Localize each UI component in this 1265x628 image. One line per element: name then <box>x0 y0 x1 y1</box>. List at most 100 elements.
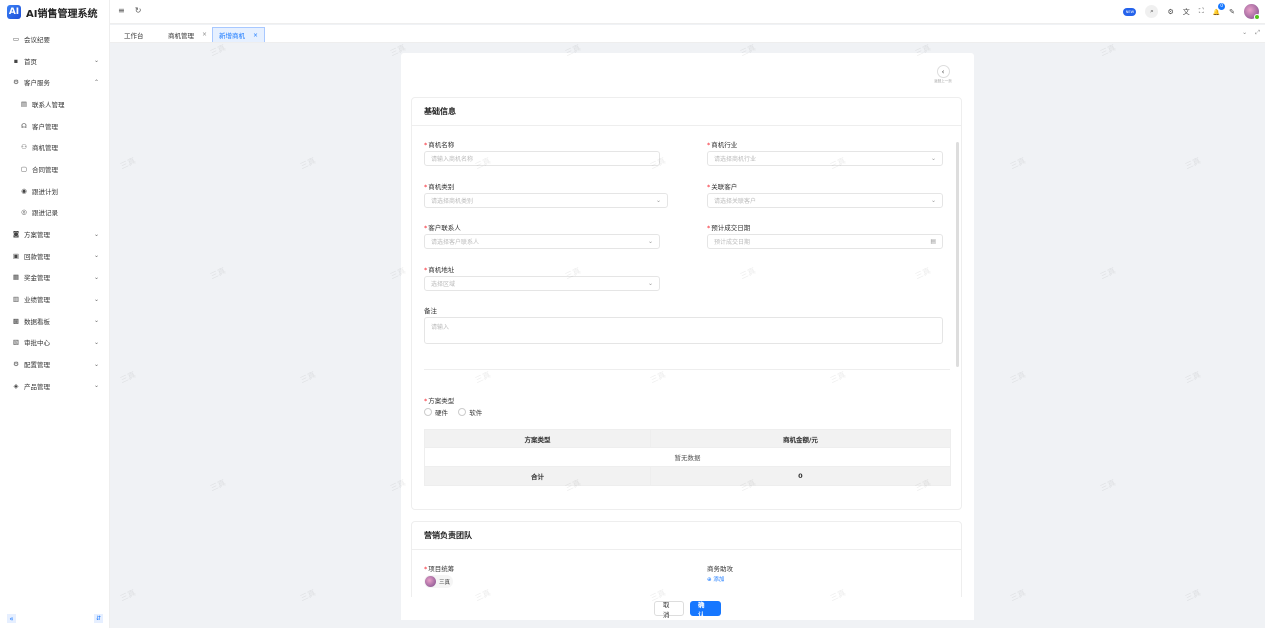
plan-icon: ◉ <box>21 186 27 195</box>
wrench-icon[interactable]: ✎ <box>1229 8 1235 16</box>
watermark-text: 三真 <box>298 370 318 385</box>
notification-count: 0 <box>1218 2 1226 10</box>
sidebar-item[interactable]: ⚇ 商机管理 <box>0 136 109 158</box>
sidebar-item[interactable]: ⚙ 配置管理 ⌄ <box>0 353 109 375</box>
settings-icon[interactable]: ⚙ <box>1167 8 1173 16</box>
chevron-down-icon: ⌄ <box>655 197 661 204</box>
address-select[interactable]: 选择区域 ⌄ <box>424 276 660 291</box>
sidebar-item[interactable]: ◉ 跟进计划 <box>0 180 109 202</box>
sidebar-item-label: 奖金管理 <box>24 274 50 283</box>
close-icon[interactable]: × <box>253 32 258 39</box>
sidebar: AI AI销售管理系统 ▭ 会议纪要 ▪ 首页 ⌄ ⚙ 客户服务 ⌃ ▤ 联系人管理 ☊ 客户管理 ⚇ 商… <box>0 0 110 628</box>
headset-icon: ☊ <box>21 121 27 130</box>
new-feature-badge[interactable]: NEW <box>1123 7 1137 16</box>
sidebar-item[interactable]: ◙ 方案管理 ⌄ <box>0 223 109 245</box>
watermark-text: 三真 <box>208 266 228 281</box>
sidebar-item[interactable]: ▭ 会议纪要 <box>0 28 109 50</box>
tab-bar: 工作台 商机管理 × 新增商机 × ⌄ ⤢ <box>110 25 1265 43</box>
contact-select[interactable]: 请选择客户联系人 ⌄ <box>424 234 660 249</box>
back-button[interactable]: ‹ 返回上一页 <box>932 65 954 84</box>
user-avatar[interactable] <box>1244 4 1260 20</box>
sidebar-item-label: 会议纪要 <box>24 35 50 44</box>
radio-hardware[interactable]: 硬件 <box>424 407 448 417</box>
chevron-down-icon: ⌄ <box>93 273 99 281</box>
expand-icon[interactable]: ⤢ <box>1255 29 1260 37</box>
chevron-down-icon: ⌄ <box>930 197 936 204</box>
chevron-down-icon: ⌄ <box>93 382 99 390</box>
sidebar-item[interactable]: ◎ 跟进记录 <box>0 202 109 224</box>
deal-date-label: *预计成交日期 <box>707 224 751 232</box>
radio-software[interactable]: 软件 <box>458 407 482 417</box>
deal-date-picker[interactable]: 预计成交日期 ▤ <box>707 234 943 249</box>
sidebar-item-label: 客户管理 <box>32 122 58 131</box>
chevron-down-icon[interactable]: ⌄ <box>1242 29 1247 37</box>
remark-label: 备注 <box>424 307 437 315</box>
add-assist-link[interactable]: ⊕ 添加 <box>707 575 724 583</box>
sidebar-item-label: 跟进记录 <box>32 209 58 218</box>
tab-new-opportunity[interactable]: 新增商机 × <box>212 27 266 42</box>
sidebar-item[interactable]: ⚙ 客户服务 ⌃ <box>0 71 109 93</box>
logo-icon: AI <box>7 5 21 19</box>
sidebar-item[interactable]: ▤ 联系人管理 <box>0 93 109 115</box>
sidebar-item-label: 联系人管理 <box>32 100 65 109</box>
watermark-text: 三真 <box>208 478 228 493</box>
sidebar-item[interactable]: ▪ 首页 ⌄ <box>0 50 109 72</box>
scheme-type-label: *方案类型 <box>424 397 455 405</box>
config-icon: ⚙ <box>13 360 19 369</box>
sum-label: 合计 <box>424 466 651 486</box>
calendar-icon: ▤ <box>930 238 936 245</box>
cancel-button[interactable]: 取 消 <box>654 601 684 619</box>
sidebar-item[interactable]: ▧ 审批中心 ⌄ <box>0 332 109 354</box>
sidebar-item[interactable]: ▥ 业绩管理 ⌄ <box>0 288 109 310</box>
refresh-icon[interactable]: ↻ <box>135 6 142 15</box>
type-label: *商机类别 <box>424 183 455 191</box>
tab-workbench[interactable]: 工作台 <box>118 27 150 42</box>
opportunity-name-input[interactable]: 请输入商机名称 <box>424 151 660 166</box>
watermark-text: 三真 <box>1098 478 1118 493</box>
scheme-table: 方案类型 商机金额/元 暂无数据 合计 0 <box>424 429 952 486</box>
sidebar-menu: ▭ 会议纪要 ▪ 首页 ⌄ ⚙ 客户服务 ⌃ ▤ 联系人管理 ☊ 客户管理 ⚇ 商机管理 ▢ 合同管理 ◉ 跟进计… <box>0 28 109 397</box>
sidebar-item-label: 回款管理 <box>24 252 50 261</box>
watermark-text: 三真 <box>208 43 228 58</box>
search-icon[interactable]: ⌕ <box>1145 5 1159 18</box>
menu-toggle-icon[interactable]: ≡ <box>118 6 125 15</box>
sidebar-item[interactable]: ▢ 合同管理 <box>0 158 109 180</box>
app-logo[interactable]: AI AI销售管理系统 <box>0 0 109 24</box>
confirm-button[interactable]: 确 认 <box>690 601 721 619</box>
solution-icon: ◙ <box>12 230 20 239</box>
chevron-down-icon: ⌄ <box>93 295 99 303</box>
watermark-text: 三真 <box>1008 156 1028 171</box>
sidebar-item[interactable]: ▦ 奖金管理 ⌄ <box>0 267 109 289</box>
sidebar-item-label: 合同管理 <box>32 165 58 174</box>
lead-user-chip[interactable]: 三真 <box>424 575 454 589</box>
sum-value: 0 <box>649 466 952 486</box>
people-icon: ⚇ <box>21 143 27 152</box>
sidebar-item[interactable]: ◈ 产品管理 ⌄ <box>0 375 109 397</box>
sidebar-item-label: 审批中心 <box>24 339 50 348</box>
chart-icon: ▥ <box>12 295 20 304</box>
sidebar-item[interactable]: ▩ 数据看板 ⌄ <box>0 310 109 332</box>
section-title: 营销负责团队 <box>412 522 961 550</box>
close-icon[interactable]: × <box>202 31 207 38</box>
fullscreen-icon[interactable]: ⛶ <box>1199 7 1204 16</box>
remark-textarea[interactable]: 请输入 <box>424 317 943 344</box>
industry-select[interactable]: 请选择商机行业 ⌄ <box>707 151 943 166</box>
watermark-text: 三真 <box>298 588 318 603</box>
tab-opportunity-management[interactable]: 商机管理 × <box>162 27 213 42</box>
chevron-down-icon: ⌄ <box>93 317 99 325</box>
contacts-icon: ▤ <box>20 99 28 108</box>
customer-select[interactable]: 请选择关联客户 ⌄ <box>707 193 943 208</box>
notification-bell[interactable]: 🔔 0 <box>1213 2 1226 16</box>
form-panel: ‹ 返回上一页 基础信息 *商机名称 请输入商机名称 *商机行业 请选择商机行业… <box>401 53 974 620</box>
translate-icon[interactable]: 文 <box>1183 7 1190 17</box>
sidebar-item[interactable]: ☊ 客户管理 <box>0 115 109 137</box>
product-icon: ◈ <box>13 381 19 390</box>
approval-icon: ▧ <box>12 338 20 347</box>
collapse-sidebar-button[interactable]: « <box>7 614 16 623</box>
type-select[interactable]: 请选择商机类别 ⌄ <box>424 193 668 208</box>
scrollbar[interactable] <box>956 142 959 367</box>
contact-label: *客户联系人 <box>424 224 461 232</box>
sidebar-item[interactable]: ▣ 回款管理 ⌄ <box>0 245 109 267</box>
industry-label: *商机行业 <box>707 141 738 149</box>
expand-menu-button[interactable]: ⇵ <box>94 614 103 623</box>
